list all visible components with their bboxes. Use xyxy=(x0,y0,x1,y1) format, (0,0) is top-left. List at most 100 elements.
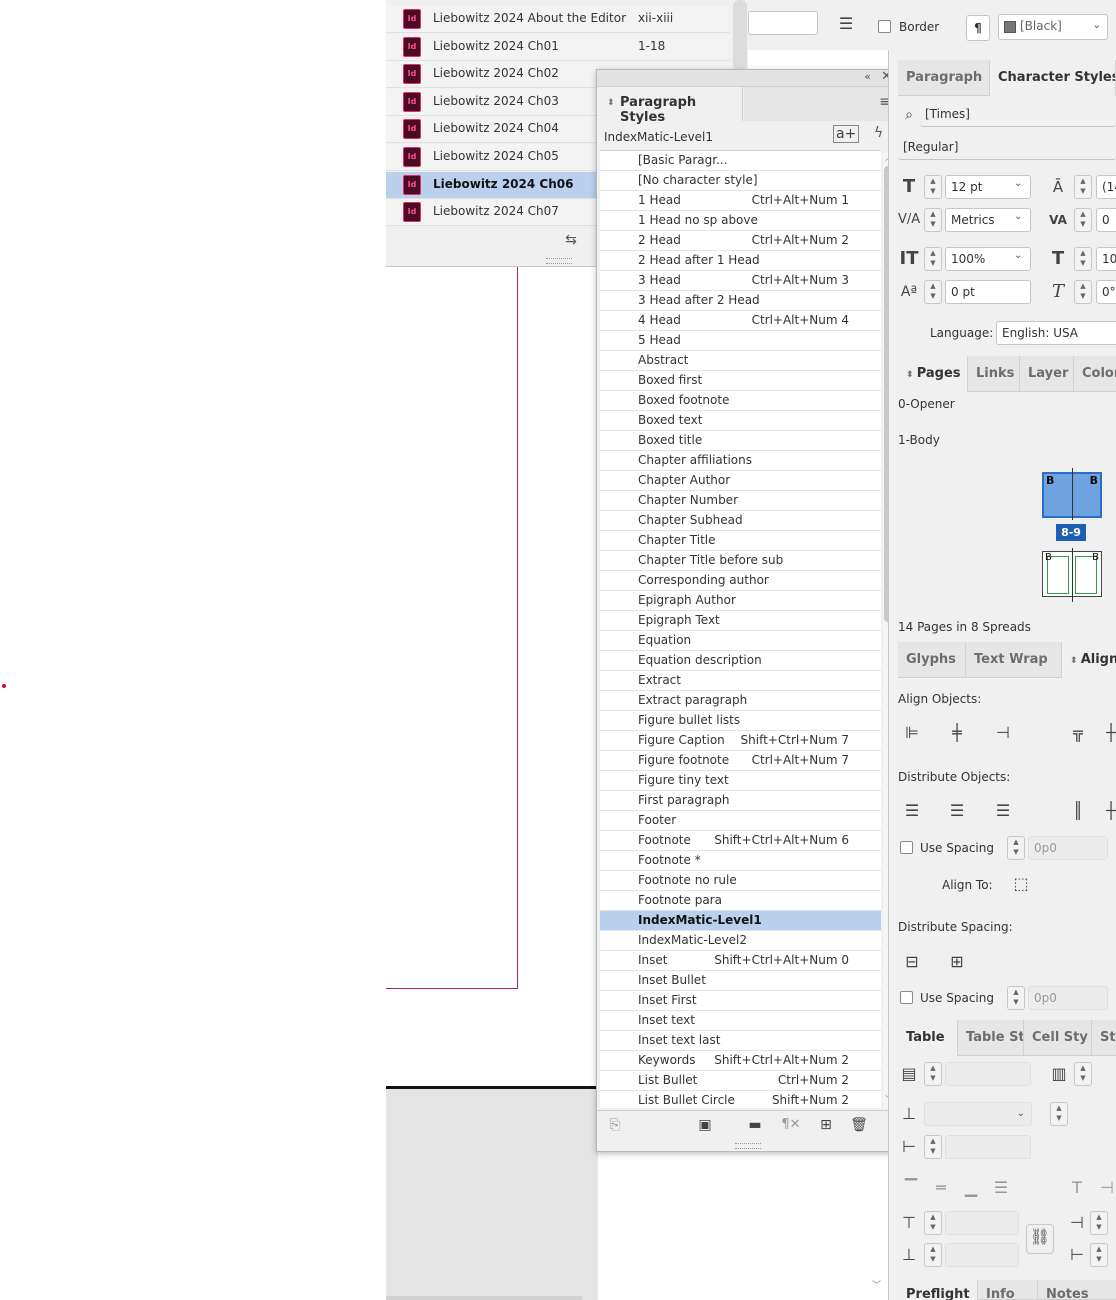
paragraph-style-item[interactable]: [Basic Paragr... xyxy=(600,151,881,171)
chain-link-icon[interactable]: ⛓ xyxy=(1026,1224,1054,1254)
panel-title-bar[interactable]: « ✕ xyxy=(597,69,897,87)
paragraph-style-item[interactable]: First paragraph xyxy=(600,791,881,811)
horizontal-scrollbar[interactable] xyxy=(386,1296,582,1300)
paragraph-style-item[interactable]: Chapter Number xyxy=(600,491,881,511)
tab-links[interactable]: Links xyxy=(968,356,1020,392)
tab-info[interactable]: Info xyxy=(978,1280,1038,1300)
align-top-text-icon[interactable]: ▔ xyxy=(900,1176,922,1200)
collapse-icon[interactable]: « xyxy=(864,70,871,83)
tab-color[interactable]: Color xyxy=(1074,356,1116,392)
distribute-vcenter-icon[interactable]: ☰ xyxy=(945,799,969,823)
tab-notes[interactable]: Notes xyxy=(1038,1280,1116,1300)
dock-scroll-down-icon[interactable]: ﹀ xyxy=(872,1278,881,1291)
distribute-horizontal-space-icon[interactable]: ⊞ xyxy=(945,950,969,974)
paragraph-style-item[interactable]: Figure tiny text xyxy=(600,771,881,791)
paragraph-style-item[interactable]: List Bullet Ctrl+Num 2 xyxy=(600,1071,881,1091)
paragraph-style-item[interactable]: Chapter Author xyxy=(600,471,881,491)
paragraph-style-item[interactable]: Epigraph Text xyxy=(600,611,881,631)
delete-style-icon[interactable]: 🗑 xyxy=(849,1113,869,1137)
table-field[interactable] xyxy=(748,11,818,35)
column-width-field[interactable] xyxy=(945,1135,1031,1159)
rows-field[interactable] xyxy=(945,1062,1031,1086)
skew-field[interactable]: 0° xyxy=(1096,280,1116,304)
bottom-inset-stepper[interactable]: ▲ ▼ xyxy=(924,1243,942,1267)
load-folder-icon[interactable]: ▣ xyxy=(695,1113,715,1137)
paragraph-style-item[interactable]: Chapter Subhead xyxy=(600,511,881,531)
spacing-stepper[interactable]: ▲ ▼ xyxy=(1007,836,1025,860)
bottom-inset-field[interactable] xyxy=(945,1243,1019,1267)
paragraph-style-item[interactable]: Figure Caption Shift+Ctrl+Num 7 xyxy=(600,731,881,751)
book-scrollbar[interactable] xyxy=(733,0,747,70)
spacing-field-2[interactable]: 0p0 xyxy=(1028,986,1108,1010)
font-style-field[interactable]: [Regular] xyxy=(898,136,1116,160)
skew-stepper[interactable]: ▲ ▼ xyxy=(1074,280,1092,304)
distribute-top-icon[interactable]: ☰ xyxy=(900,799,924,823)
baseline-shift-field[interactable]: 0 pt xyxy=(945,280,1031,304)
load-styles-icon[interactable]: ⎘ xyxy=(605,1113,625,1137)
paragraph-style-item[interactable]: IndexMatic-Level1 xyxy=(600,911,881,931)
font-family-field[interactable]: [Times] xyxy=(920,103,1116,127)
column-width-stepper[interactable]: ▲ ▼ xyxy=(924,1135,942,1159)
paragraph-style-item[interactable]: Abstract xyxy=(600,351,881,371)
distribute-vertical-space-icon[interactable]: ⊟ xyxy=(900,950,924,974)
paragraph-style-item[interactable]: 1 Head Ctrl+Alt+Num 1 xyxy=(600,191,881,211)
paragraph-style-item[interactable]: Keywords Shift+Ctrl+Alt+Num 2 xyxy=(600,1051,881,1071)
paragraph-style-item[interactable]: Equation xyxy=(600,631,881,651)
left-inset-stepper[interactable]: ▲ ▼ xyxy=(1090,1243,1108,1267)
tab-character-styles[interactable]: Character Styles xyxy=(990,60,1116,96)
tab-glyphs[interactable]: Glyphs xyxy=(898,642,966,678)
paragraph-style-item[interactable]: 3 Head Ctrl+Alt+Num 3 xyxy=(600,271,881,291)
language-dropdown[interactable]: English: USA xyxy=(996,321,1116,345)
paragraph-style-item[interactable]: Boxed footnote xyxy=(600,391,881,411)
right-inset-stepper[interactable]: ▲ ▼ xyxy=(1090,1211,1108,1235)
align-horizontal-centers-icon[interactable]: ╪ xyxy=(945,721,969,745)
paragraph-style-item[interactable]: 3 Head after 2 Head xyxy=(600,291,881,311)
tracking-stepper[interactable]: ▲ ▼ xyxy=(1074,208,1092,232)
paragraph-style-item[interactable]: 5 Head xyxy=(600,331,881,351)
paragraph-style-item[interactable]: Chapter affiliations xyxy=(600,451,881,471)
horizontal-scale-field[interactable]: 10 xyxy=(1096,247,1116,271)
tab-paragraph[interactable]: Paragraph xyxy=(898,60,990,96)
paragraph-style-item[interactable]: Inset Shift+Ctrl+Alt+Num 0 xyxy=(600,951,881,971)
new-group-folder-icon[interactable]: ▬ xyxy=(745,1113,765,1137)
leading-field[interactable]: (14 xyxy=(1096,175,1116,199)
paragraph-style-item[interactable]: Equation description xyxy=(600,651,881,671)
paragraph-style-item[interactable]: IndexMatic-Level2 xyxy=(600,931,881,951)
paragraph-style-item[interactable]: Chapter Title before sub xyxy=(600,551,881,571)
align-right-edges-icon[interactable]: ⊣ xyxy=(991,721,1015,745)
top-inset-field[interactable] xyxy=(945,1211,1019,1235)
paragraph-style-item[interactable]: Inset First xyxy=(600,991,881,1011)
paragraph-style-item[interactable]: Boxed text xyxy=(600,411,881,431)
justify-vertical-icon[interactable]: ☰ xyxy=(990,1176,1012,1200)
master-body[interactable]: 1-Body xyxy=(898,433,940,447)
paragraph-style-item[interactable]: Extract paragraph xyxy=(600,691,881,711)
rotate-text-icon[interactable]: T xyxy=(1066,1176,1088,1200)
paragraph-style-item[interactable]: Boxed first xyxy=(600,371,881,391)
rotate-text-2-icon[interactable]: ⊣ xyxy=(1098,1176,1116,1200)
paragraph-style-item[interactable]: Chapter Title xyxy=(600,531,881,551)
columns-stepper[interactable]: ▲ ▼ xyxy=(1074,1062,1092,1086)
paragraph-style-item[interactable]: Figure footnote Ctrl+Alt+Num 7 xyxy=(600,751,881,771)
tab-cell-styles[interactable]: Cell Sty xyxy=(1024,1020,1092,1056)
paragraph-style-item[interactable]: Footnote Shift+Ctrl+Alt+Num 6 xyxy=(600,831,881,851)
spacing-stepper-2[interactable]: ▲ ▼ xyxy=(1007,986,1025,1010)
baseline-shift-stepper[interactable]: ▲ ▼ xyxy=(924,280,942,304)
quick-apply-icon[interactable]: ϟ xyxy=(874,125,883,141)
paragraph-style-item[interactable]: Footnote no rule xyxy=(600,871,881,891)
leading-stepper[interactable]: ▲ ▼ xyxy=(1074,175,1092,199)
master-opener[interactable]: 0-Opener xyxy=(898,397,955,411)
tab-align[interactable]: ⬍ Align xyxy=(1062,642,1116,678)
align-to-selection-icon[interactable]: ⬚ xyxy=(1008,872,1034,896)
paragraph-style-item[interactable]: Inset Bullet xyxy=(600,971,881,991)
paragraph-align-icon[interactable]: ☰ xyxy=(834,12,858,36)
pilcrow-button[interactable]: ¶ xyxy=(966,15,990,41)
paragraph-style-item[interactable]: Inset text last xyxy=(600,1031,881,1051)
paragraph-style-item[interactable]: Corresponding author xyxy=(600,571,881,591)
paragraph-style-item[interactable]: Extract xyxy=(600,671,881,691)
align-left-edges-icon[interactable]: ⊫ xyxy=(900,721,924,745)
paragraph-style-item[interactable]: Footer xyxy=(600,811,881,831)
tab-preflight[interactable]: Preflight xyxy=(898,1280,978,1300)
horizontal-scale-stepper[interactable]: ▲ ▼ xyxy=(1074,247,1092,271)
align-top-edges-icon[interactable]: ╦ xyxy=(1066,721,1090,745)
paragraph-style-item[interactable]: Epigraph Author xyxy=(600,591,881,611)
